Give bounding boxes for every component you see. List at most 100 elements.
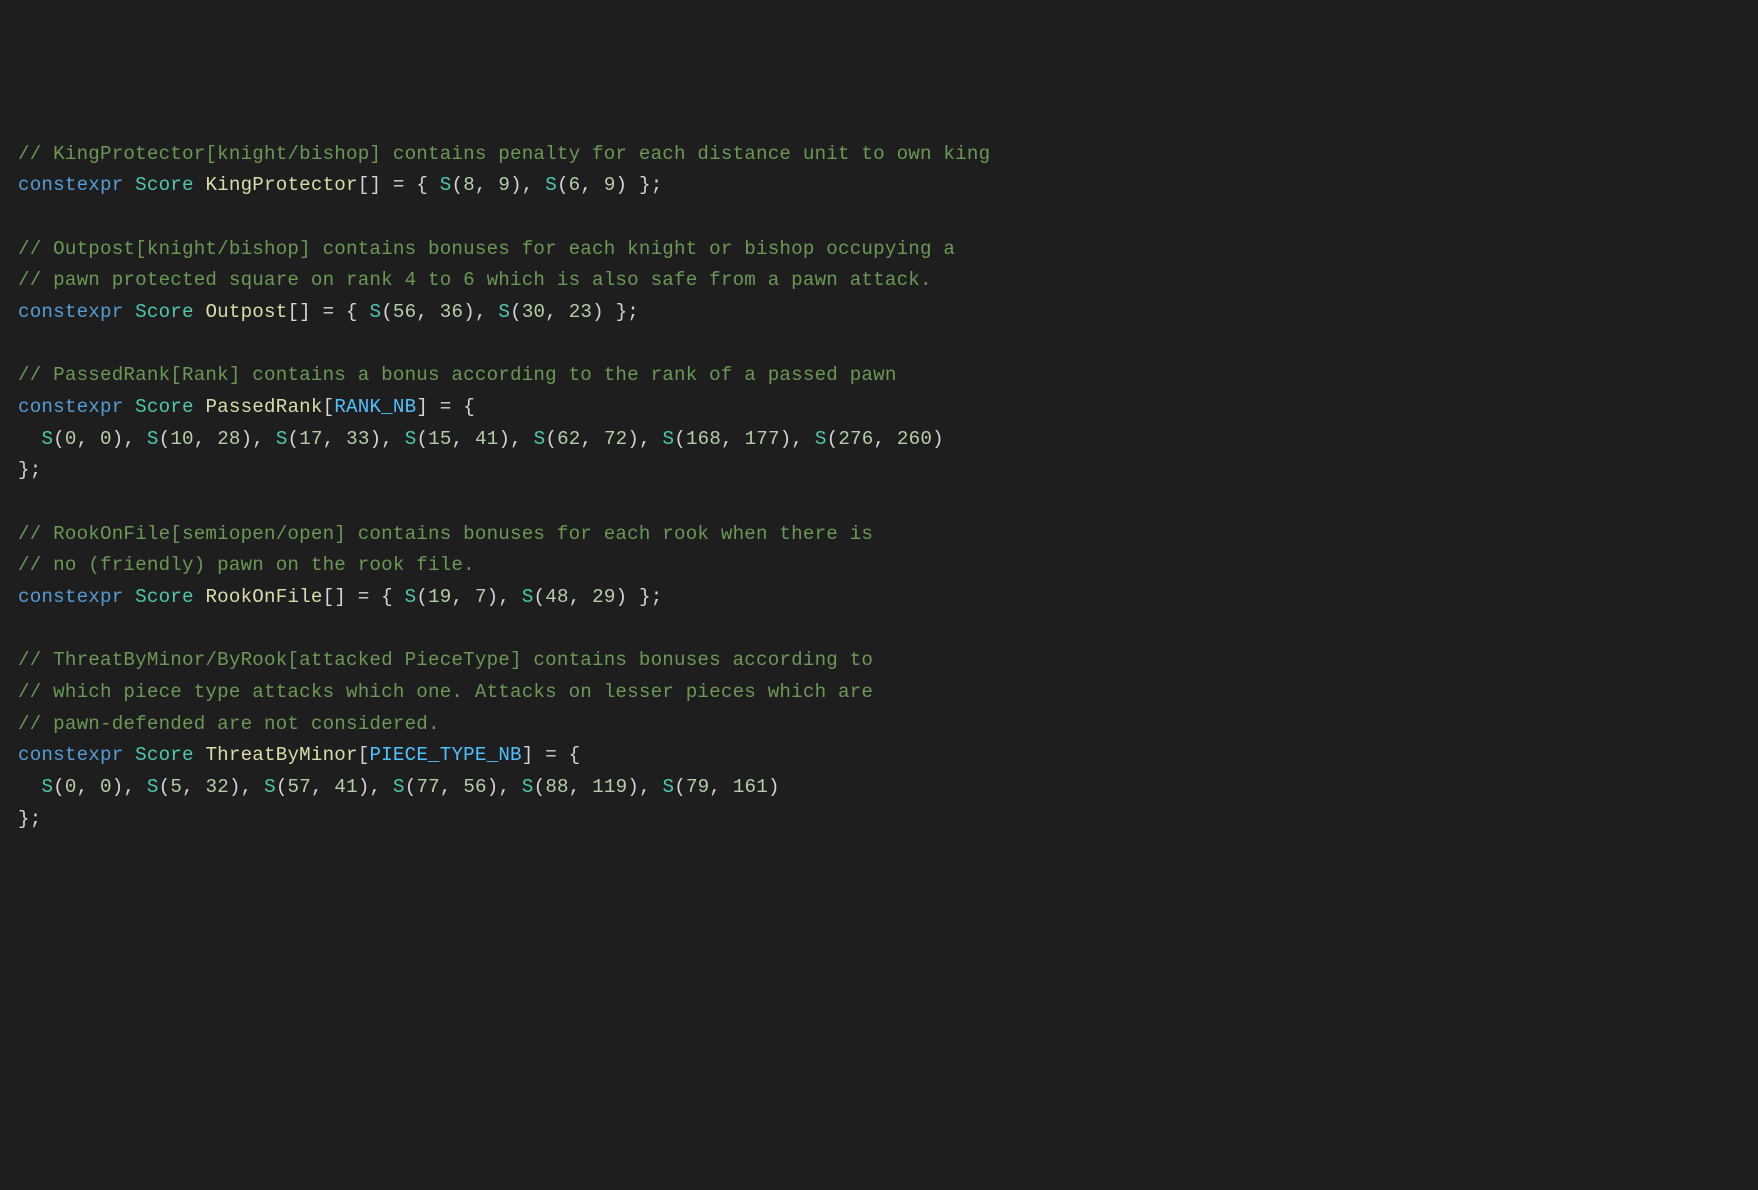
identifier: RookOnFile — [205, 586, 322, 608]
punct: , — [545, 301, 568, 323]
punct: , — [416, 301, 439, 323]
number: 77 — [416, 776, 439, 798]
punct: , — [452, 428, 475, 450]
comment: // PassedRank[Rank] contains a bonus acc… — [18, 364, 897, 386]
punct: ( — [510, 301, 522, 323]
type: Score — [135, 744, 194, 766]
macro: S — [522, 586, 534, 608]
punct: , — [194, 428, 217, 450]
punct: ) — [768, 776, 780, 798]
punct: }; — [18, 808, 41, 830]
blank-line — [18, 614, 1740, 646]
blank-line — [18, 329, 1740, 361]
identifier: KingProtector — [205, 174, 357, 196]
macro: S — [440, 174, 452, 196]
code-line: }; — [18, 455, 1740, 487]
space — [123, 174, 135, 196]
code-line: constexpr Score ThreatByMinor[PIECE_TYPE… — [18, 740, 1740, 772]
punct: ( — [53, 776, 65, 798]
punct: ( — [674, 776, 686, 798]
indent — [18, 776, 41, 798]
comment-line: // ThreatByMinor/ByRook[attacked PieceTy… — [18, 645, 1740, 677]
number: 168 — [686, 428, 721, 450]
punct: , — [77, 428, 100, 450]
punct: ), — [463, 301, 498, 323]
number: 23 — [569, 301, 592, 323]
punct: ), — [241, 428, 276, 450]
punct: ), — [229, 776, 264, 798]
punct: ( — [159, 428, 171, 450]
macro: S — [815, 428, 827, 450]
punct: , — [311, 776, 334, 798]
punct: ( — [53, 428, 65, 450]
space — [123, 744, 135, 766]
number: 41 — [475, 428, 498, 450]
punct: [] = { — [358, 174, 440, 196]
macro: S — [405, 586, 417, 608]
keyword: constexpr — [18, 301, 123, 323]
code-line: constexpr Score Outpost[] = { S(56, 36),… — [18, 297, 1740, 329]
indent — [18, 428, 41, 450]
punct: , — [323, 428, 346, 450]
macro: S — [522, 776, 534, 798]
punct: , — [580, 174, 603, 196]
constant: RANK_NB — [334, 396, 416, 418]
punct: ( — [545, 428, 557, 450]
punct: , — [569, 586, 592, 608]
punct: , — [440, 776, 463, 798]
macro: S — [545, 174, 557, 196]
number: 62 — [557, 428, 580, 450]
number: 32 — [206, 776, 229, 798]
number: 15 — [428, 428, 451, 450]
punct: ( — [534, 776, 546, 798]
constant: PIECE_TYPE_NB — [369, 744, 521, 766]
number: 48 — [545, 586, 568, 608]
macro: S — [276, 428, 288, 450]
keyword: constexpr — [18, 744, 123, 766]
punct: ) }; — [616, 586, 663, 608]
number: 56 — [463, 776, 486, 798]
punct: ( — [416, 428, 428, 450]
punct: , — [452, 586, 475, 608]
code-editor[interactable]: // KingProtector[knight/bishop] contains… — [18, 139, 1740, 836]
punct: ), — [780, 428, 815, 450]
number: 161 — [733, 776, 768, 798]
punct: , — [721, 428, 744, 450]
comment-line: // no (friendly) pawn on the rook file. — [18, 550, 1740, 582]
comment: // KingProtector[knight/bishop] contains… — [18, 143, 990, 165]
comment: // no (friendly) pawn on the rook file. — [18, 554, 475, 576]
space — [194, 586, 206, 608]
identifier: Outpost — [205, 301, 287, 323]
number: 7 — [475, 586, 487, 608]
punct: ), — [487, 776, 522, 798]
macro: S — [663, 428, 675, 450]
space — [194, 301, 206, 323]
blank-line — [18, 202, 1740, 234]
macro: S — [147, 428, 159, 450]
comment: // pawn-defended are not considered. — [18, 713, 440, 735]
punct: ( — [451, 174, 463, 196]
number: 10 — [170, 428, 193, 450]
punct: , — [475, 174, 498, 196]
punct: , — [709, 776, 732, 798]
punct: ] = { — [416, 396, 475, 418]
punct: ( — [416, 586, 428, 608]
punct: ), — [358, 776, 393, 798]
number: 79 — [686, 776, 709, 798]
punct: ( — [381, 301, 393, 323]
code-line: constexpr Score RookOnFile[] = { S(19, 7… — [18, 582, 1740, 614]
comment: // RookOnFile[semiopen/open] contains bo… — [18, 523, 873, 545]
number: 9 — [604, 174, 616, 196]
identifier: PassedRank — [205, 396, 322, 418]
macro: S — [663, 776, 675, 798]
macro: S — [369, 301, 381, 323]
comment-line: // PassedRank[Rank] contains a bonus acc… — [18, 360, 1740, 392]
space — [194, 396, 206, 418]
type: Score — [135, 586, 194, 608]
punct: ( — [405, 776, 417, 798]
number: 28 — [217, 428, 240, 450]
number: 6 — [569, 174, 581, 196]
macro: S — [147, 776, 159, 798]
comment-line: // KingProtector[knight/bishop] contains… — [18, 139, 1740, 171]
code-line: constexpr Score PassedRank[RANK_NB] = { — [18, 392, 1740, 424]
